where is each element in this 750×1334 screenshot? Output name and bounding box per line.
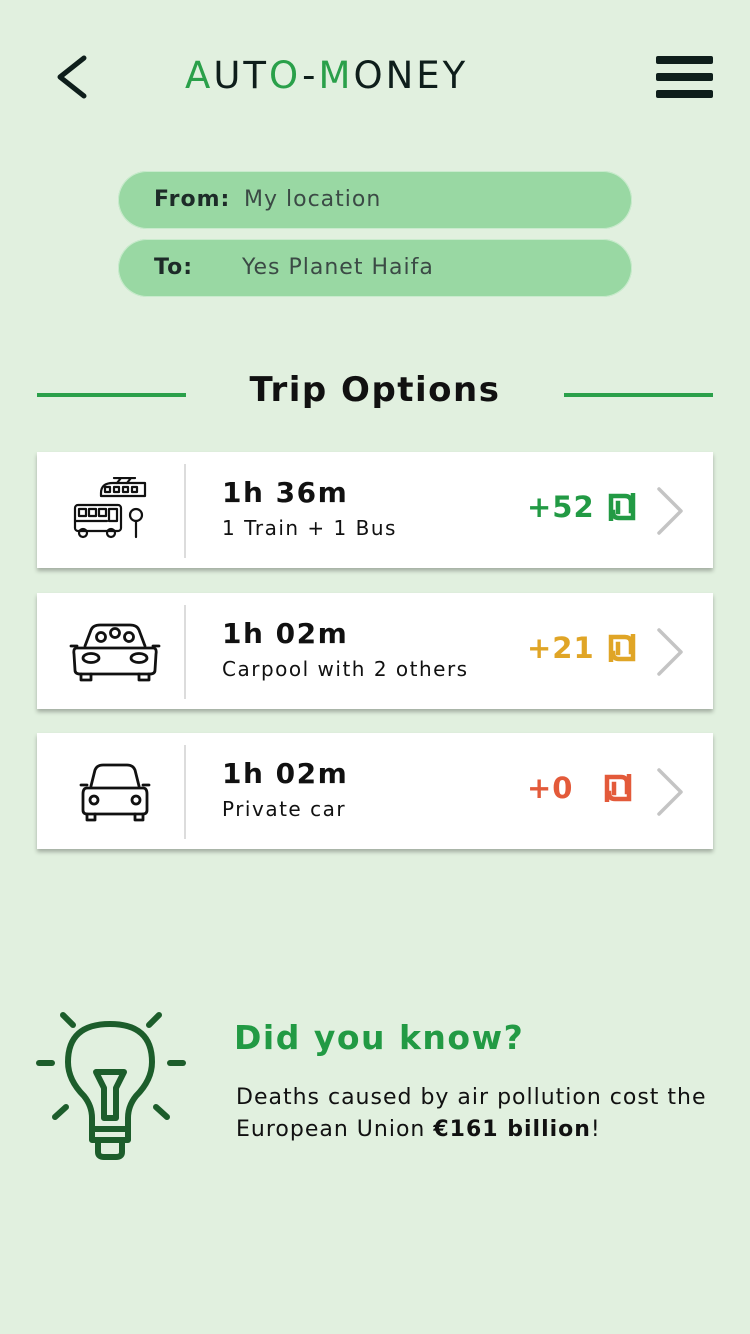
chevron-left-icon <box>57 55 87 99</box>
tip-text-highlight: €161 billion <box>433 1117 591 1142</box>
car-icon <box>79 763 151 822</box>
chevron-right-icon <box>657 768 683 816</box>
logo-part: O <box>269 54 303 97</box>
shekel-icon <box>608 634 635 662</box>
trip-options-title: Trip Options <box>249 370 501 410</box>
to-label: To: <box>154 255 193 280</box>
to-input[interactable]: Yes Planet Haifa <box>242 239 434 297</box>
carpool-car-icon <box>69 623 161 682</box>
to-field[interactable]: To: Yes Planet Haifa <box>118 239 632 297</box>
reward-amount: +0 <box>527 771 574 805</box>
trip-reward: +0 <box>527 771 633 805</box>
card-divider <box>184 464 186 558</box>
from-label: From: <box>154 187 231 212</box>
from-field[interactable]: From: My location <box>118 171 632 229</box>
trip-duration: 1h 02m <box>222 757 349 790</box>
trip-duration: 1h 02m <box>222 617 349 650</box>
title-rule-right <box>564 393 713 397</box>
tip-text-part: ! <box>590 1117 601 1142</box>
trip-option-card[interactable]: 1h 02m Carpool with 2 others +21 <box>37 593 713 709</box>
trip-reward: +21 <box>527 631 637 665</box>
menu-button[interactable] <box>656 56 714 98</box>
logo-part: A <box>185 54 214 97</box>
train-bus-icon <box>73 477 147 539</box>
logo-part: ONEY <box>353 54 469 97</box>
app-logo: AUTO-MONEY <box>185 56 468 96</box>
trip-reward: +52 <box>527 490 637 524</box>
card-divider <box>184 745 186 839</box>
logo-part: - <box>302 54 319 97</box>
from-input[interactable]: My location <box>244 171 381 229</box>
tip-title: Did you know? <box>234 1018 525 1057</box>
trip-duration: 1h 36m <box>222 476 349 509</box>
chevron-right-icon <box>657 487 683 535</box>
trip-option-card[interactable]: 1h 02m Private car +0 <box>37 733 713 849</box>
trip-description: Carpool with 2 others <box>222 657 469 681</box>
logo-part: M <box>318 54 354 97</box>
tip-text: Deaths caused by air pollution cost the … <box>236 1082 716 1146</box>
card-divider <box>184 605 186 699</box>
trip-description: 1 Train + 1 Bus <box>222 516 397 540</box>
back-button[interactable] <box>52 52 96 102</box>
trip-option-card[interactable]: 1h 36m 1 Train + 1 Bus +52 <box>37 452 713 568</box>
reward-amount: +52 <box>527 490 595 524</box>
chevron-right-icon <box>657 628 683 676</box>
logo-part: UT <box>213 54 269 97</box>
shekel-icon <box>608 493 635 521</box>
lightbulb-icon <box>36 1012 186 1160</box>
trip-description: Private car <box>222 797 347 821</box>
shekel-icon <box>605 774 632 802</box>
reward-amount: +21 <box>527 631 595 665</box>
